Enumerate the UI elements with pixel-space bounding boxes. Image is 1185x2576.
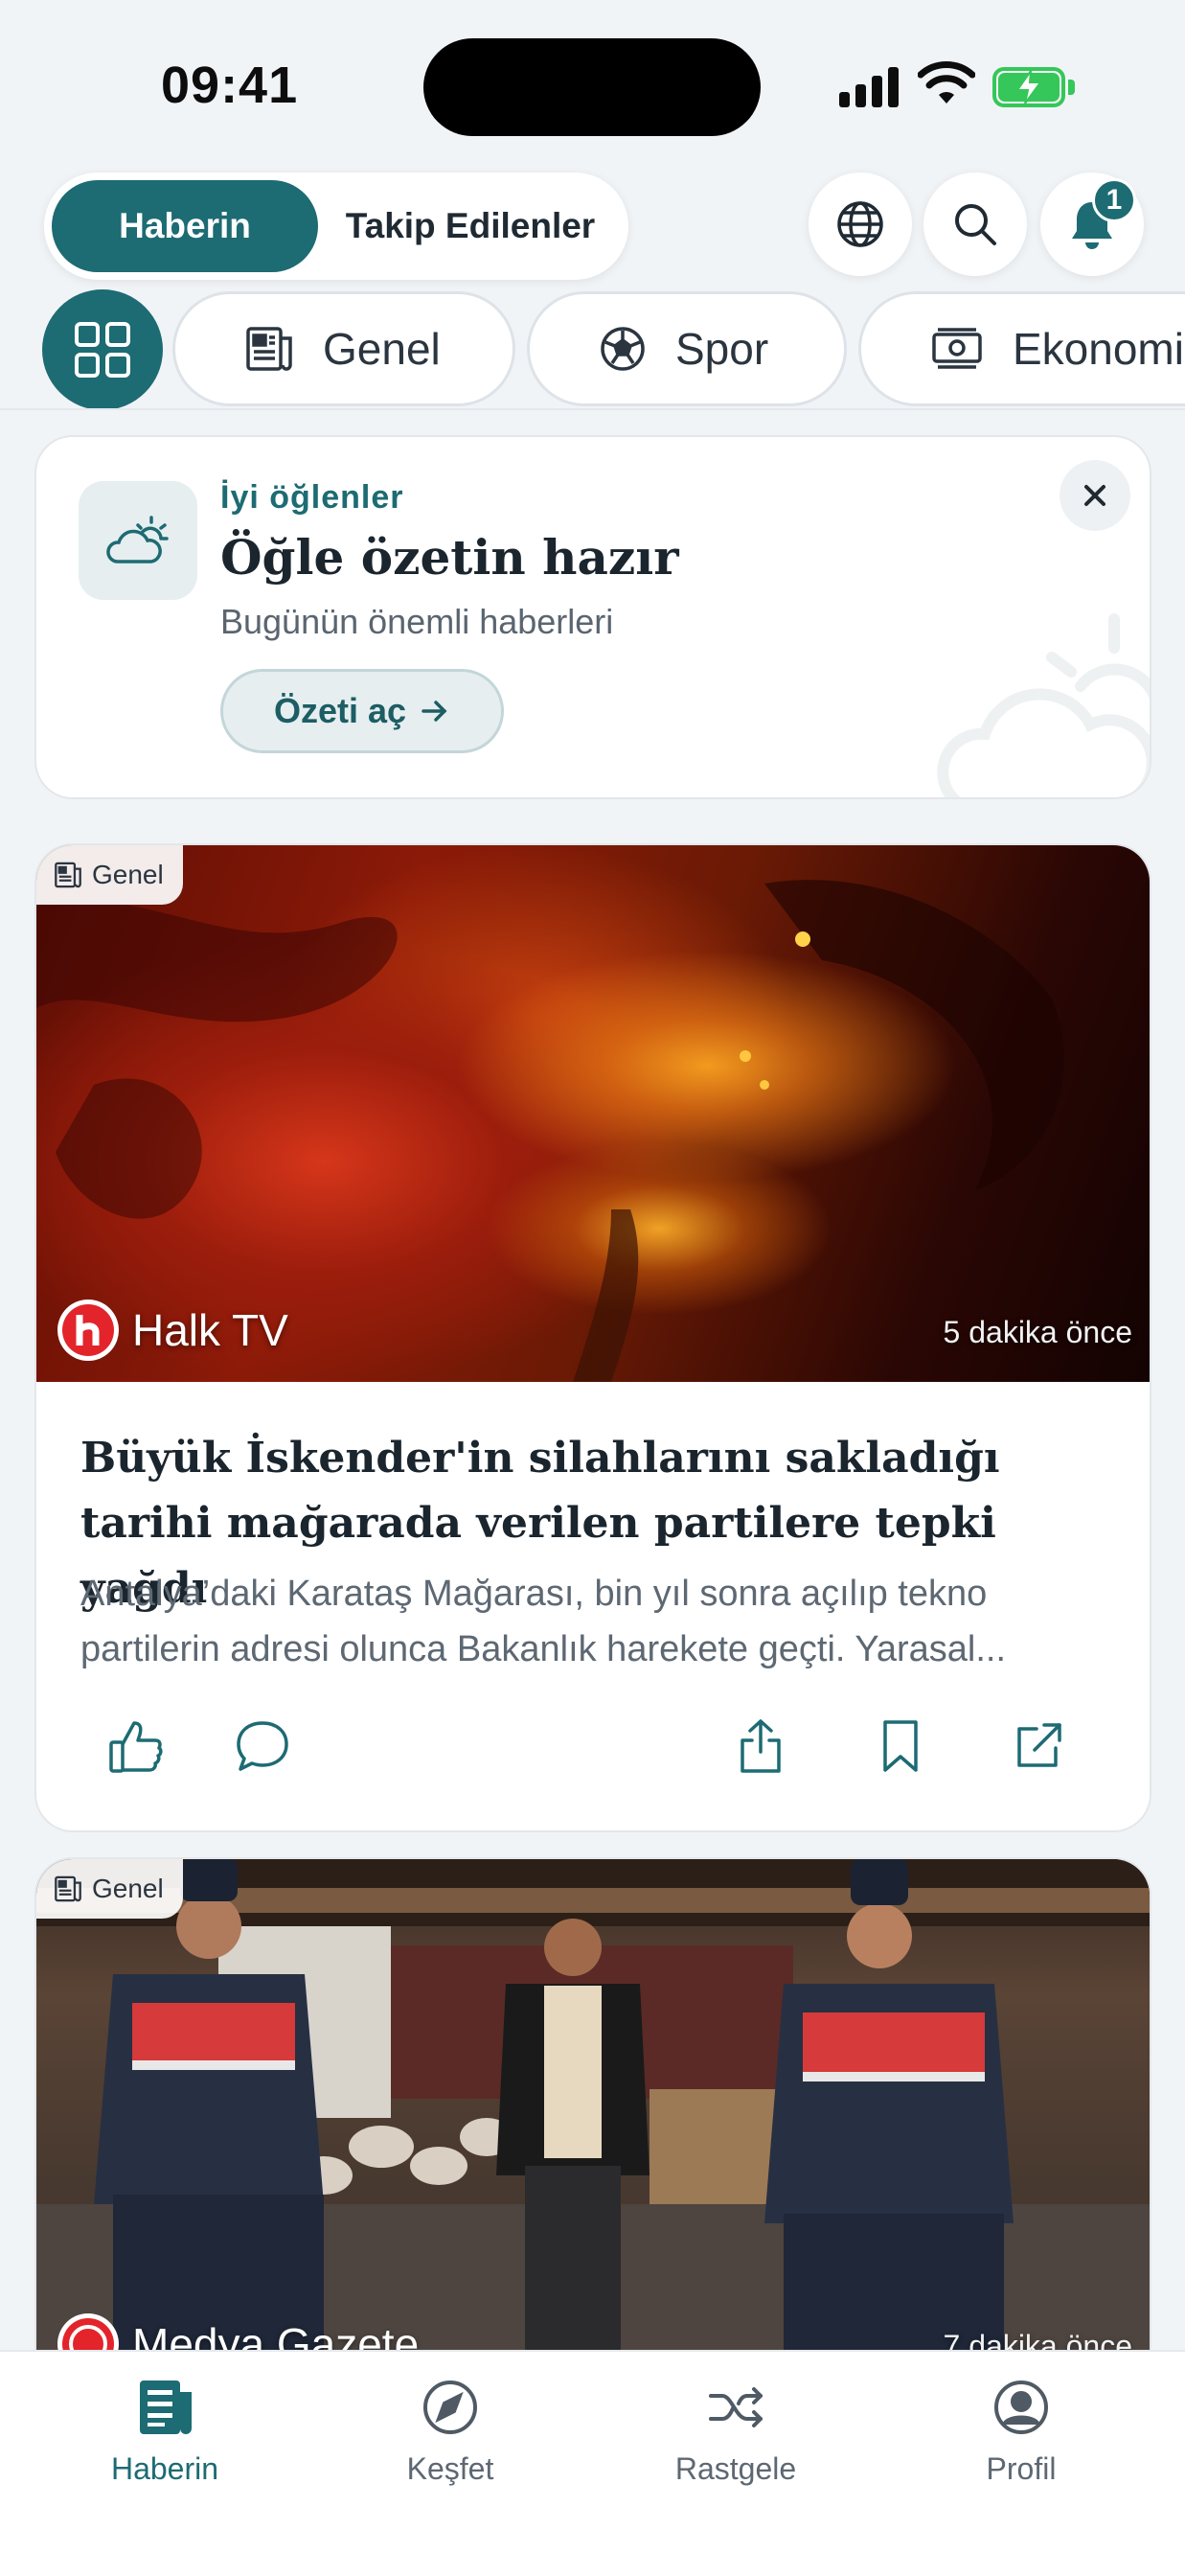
comment-button[interactable] <box>224 1708 301 1784</box>
summary-greeting: İyi öğlenler <box>220 479 404 516</box>
thumbs-up-icon <box>109 1721 163 1773</box>
status-time: 09:41 <box>161 57 299 114</box>
open-summary-button[interactable]: Özeti aç <box>220 669 504 753</box>
tab-haberin[interactable]: Haberin <box>52 180 318 272</box>
tab-label: Profil <box>986 2451 1057 2486</box>
close-icon <box>1084 485 1105 506</box>
chip-label: Spor <box>675 324 769 374</box>
banknote-icon <box>932 328 982 369</box>
search-button[interactable] <box>923 172 1027 276</box>
globe-icon <box>837 201 883 247</box>
tab-bar-haberin[interactable]: Haberin <box>59 2375 270 2487</box>
chip-spor[interactable]: Spor <box>527 291 847 406</box>
share-icon <box>741 1719 781 1773</box>
tab-label: Keşfet <box>406 2451 494 2486</box>
bottom-tab-bar: Haberin Keşfet Rastgele Profil <box>0 2350 1185 2576</box>
halk-tv-logo-icon <box>57 1300 119 1361</box>
weather-decoration-icon <box>937 613 1150 797</box>
chip-label: Genel <box>323 324 441 374</box>
open-external-button[interactable] <box>1000 1708 1077 1784</box>
bookmark-button[interactable] <box>862 1708 939 1784</box>
summary-title: Öğle özetin hazır <box>220 529 679 586</box>
category-tag: Genel <box>36 1859 183 1919</box>
external-link-icon <box>1017 1723 1061 1767</box>
tab-takip-edilenler[interactable]: Takip Edilenler <box>322 180 619 272</box>
cellular-signal-icon <box>839 67 900 107</box>
newspaper-icon <box>55 1875 81 1902</box>
news-icon <box>140 2380 192 2434</box>
chip-label: Ekonomi <box>1013 324 1184 374</box>
newspaper-icon <box>246 327 292 371</box>
tab-bar-profil[interactable]: Profil <box>916 2375 1127 2487</box>
feed-segmented-control: Haberin Takip Edilenler <box>44 172 628 280</box>
all-categories-button[interactable] <box>42 289 163 408</box>
share-button[interactable] <box>722 1708 799 1784</box>
tab-label: Haberin <box>110 2451 219 2486</box>
sun-cloud-icon <box>79 481 197 600</box>
profile-icon <box>994 2380 1048 2434</box>
daily-summary-card[interactable]: İyi öğlenler Öğle özetin hazır Bugünün ö… <box>34 435 1151 799</box>
newspaper-icon <box>55 862 81 888</box>
bookmark-icon <box>883 1720 918 1772</box>
like-button[interactable] <box>98 1708 174 1784</box>
shuffle-icon <box>709 2387 763 2427</box>
language-button[interactable] <box>809 172 912 276</box>
tab-bar-rastgele[interactable]: Rastgele <box>630 2375 841 2487</box>
article-card[interactable]: Genel Halk TV 5 dakika önce Büyük İskend… <box>34 843 1151 1832</box>
battery-icon <box>992 67 1075 107</box>
close-summary-button[interactable] <box>1060 460 1130 531</box>
category-label: Genel <box>92 860 164 889</box>
category-tag: Genel <box>36 845 183 905</box>
wifi-icon <box>918 61 975 104</box>
summary-subtitle: Bugünün önemli haberleri <box>220 602 614 641</box>
open-summary-label: Özeti aç <box>273 691 407 730</box>
tab-label: Rastgele <box>674 2451 797 2486</box>
search-icon <box>955 204 996 245</box>
dynamic-island <box>423 38 761 136</box>
arrow-right-icon <box>422 701 447 722</box>
published-time: 5 dakika önce <box>943 1315 1132 1349</box>
comment-icon <box>237 1721 288 1771</box>
chip-genel[interactable]: Genel <box>172 291 515 406</box>
category-label: Genel <box>92 1874 164 1903</box>
source-info[interactable]: Halk TV <box>57 1300 288 1361</box>
article-image-barn[interactable]: Genel Medya Gazete 7 dakika önce <box>36 1859 1150 2396</box>
source-name: Halk TV <box>132 1305 288 1355</box>
header-divider <box>0 408 1185 410</box>
notification-badge: 1 <box>1092 178 1136 222</box>
category-chips: Genel Spor Ekonomi <box>0 288 1185 408</box>
tab-bar-kesfet[interactable]: Keşfet <box>345 2375 556 2487</box>
article-image-cave[interactable]: Genel Halk TV 5 dakika önce <box>36 845 1150 1382</box>
compass-icon <box>423 2380 477 2434</box>
grid-icon <box>75 322 130 378</box>
status-bar: 09:41 <box>0 0 1185 163</box>
chip-ekonomi[interactable]: Ekonomi <box>858 291 1185 406</box>
article-excerpt: Antalya’daki Karataş Mağarası, bin yıl s… <box>80 1574 1007 1669</box>
soccer-ball-icon <box>601 327 645 371</box>
